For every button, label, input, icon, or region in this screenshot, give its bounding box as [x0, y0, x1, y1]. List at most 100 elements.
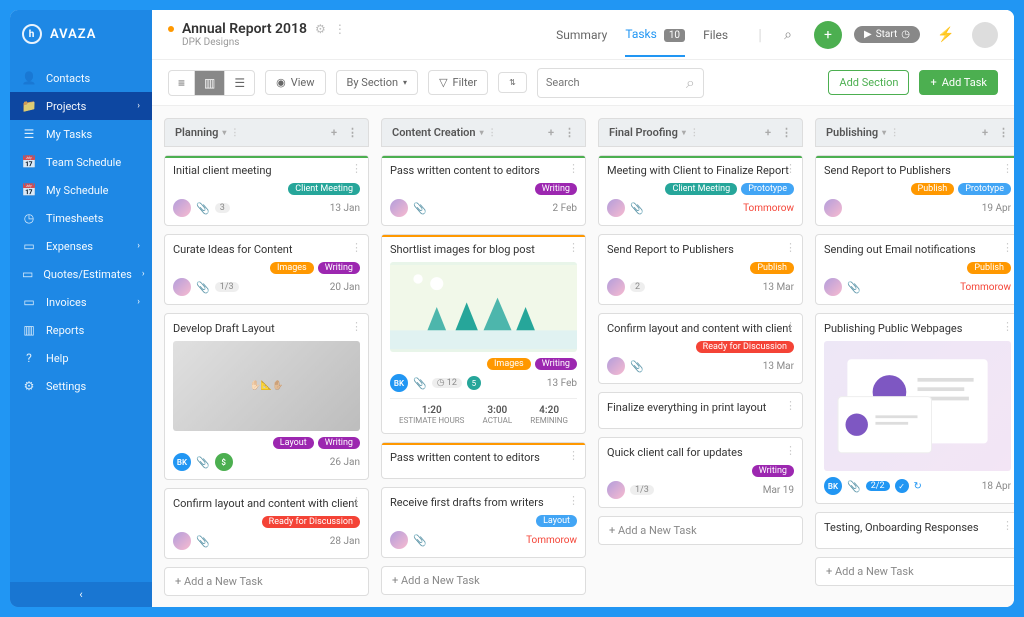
project-subtitle: DPK Designs	[182, 37, 346, 48]
task-card[interactable]: ⋮ Confirm layout and content with client…	[598, 313, 803, 384]
task-card[interactable]: ⋮ Develop Draft Layout ✋🏻📐✋🏼 LayoutWriti…	[164, 313, 369, 480]
column-menu-icon[interactable]: ⋮	[890, 128, 899, 138]
sidebar-item-contacts[interactable]: 👤Contacts	[10, 64, 152, 92]
add-new-task-button[interactable]: + Add a New Task	[164, 567, 369, 596]
header: Annual Report 2018 ⚙ ⋮ DPK Designs Summa…	[152, 10, 1014, 60]
card-footer: 📎2 Feb	[390, 199, 577, 217]
column-menu-icon[interactable]: ⋮	[488, 128, 497, 138]
tab-summary[interactable]: Summary	[556, 14, 607, 56]
add-task-button[interactable]: + Add Task	[919, 70, 998, 95]
expand-button[interactable]: ⇅	[498, 72, 527, 93]
card-menu-icon[interactable]: ⋮	[1002, 162, 1013, 175]
column-more-icon[interactable]: ⋮	[564, 126, 575, 139]
sidebar-item-my-tasks[interactable]: ☰My Tasks	[10, 120, 152, 148]
search-input[interactable]	[546, 76, 686, 89]
task-card[interactable]: ⋮ Quick client call for updates Writing …	[598, 437, 803, 508]
card-menu-icon[interactable]: ⋮	[351, 241, 362, 254]
card-title: Testing, Onboarding Responses	[824, 521, 1011, 534]
column-more-icon[interactable]: ⋮	[347, 126, 358, 139]
card-menu-icon[interactable]: ⋮	[568, 241, 579, 254]
sidebar-item-my-schedule[interactable]: 📅My Schedule	[10, 176, 152, 204]
card-menu-icon[interactable]: ⋮	[1002, 519, 1013, 532]
task-card[interactable]: ⋮ Pass written content to editors Writin…	[381, 155, 586, 226]
start-timer-button[interactable]: ▶ Start ◷	[854, 26, 920, 43]
view-button[interactable]: ◉ View	[265, 70, 325, 95]
task-card[interactable]: ⋮ Initial client meeting Client Meeting …	[164, 155, 369, 226]
card-footer: BK📎◷ 12513 Feb	[390, 374, 577, 392]
sidebar-item-reports[interactable]: ▥Reports	[10, 316, 152, 344]
sidebar-item-expenses[interactable]: ▭Expenses›	[10, 232, 152, 260]
add-card-icon[interactable]: +	[982, 126, 988, 139]
task-card[interactable]: ⋮ Confirm layout and content with client…	[164, 488, 369, 559]
add-new-task-button[interactable]: + Add a New Task	[381, 566, 586, 595]
add-section-button[interactable]: Add Section	[828, 70, 909, 95]
view-list-icon[interactable]: ≡	[169, 71, 195, 95]
card-title: Pass written content to editors	[390, 164, 577, 177]
project-settings-icon[interactable]: ⚙	[315, 22, 326, 36]
card-menu-icon[interactable]: ⋮	[568, 162, 579, 175]
sidebar-item-settings[interactable]: ⚙Settings	[10, 372, 152, 400]
card-menu-icon[interactable]: ⋮	[785, 162, 796, 175]
search-box[interactable]: ⌕	[537, 68, 704, 98]
filter-button[interactable]: ▽ Filter	[428, 70, 488, 95]
task-card[interactable]: ⋮ Curate Ideas for Content ImagesWriting…	[164, 234, 369, 305]
task-card[interactable]: ⋮ Pass written content to editors	[381, 442, 586, 479]
card-menu-icon[interactable]: ⋮	[785, 444, 796, 457]
sidebar-item-invoices[interactable]: ▭Invoices›	[10, 288, 152, 316]
column-header[interactable]: Content Creation ▾ ⋮ + ⋮	[381, 118, 586, 147]
column-header[interactable]: Final Proofing ▾ ⋮ + ⋮	[598, 118, 803, 147]
group-by-button[interactable]: By Section ▾	[336, 70, 419, 95]
task-card[interactable]: ⋮ Send Report to Publishers Publish 213 …	[598, 234, 803, 305]
sidebar-item-timesheets[interactable]: ◷Timesheets	[10, 204, 152, 232]
card-footer: 19 Apr	[824, 199, 1011, 217]
column-more-icon[interactable]: ⋮	[781, 126, 792, 139]
project-more-icon[interactable]: ⋮	[334, 22, 346, 36]
card-menu-icon[interactable]: ⋮	[1002, 320, 1013, 333]
card-menu-icon[interactable]: ⋮	[351, 495, 362, 508]
add-card-icon[interactable]: +	[548, 126, 554, 139]
collapse-sidebar[interactable]: ‹	[10, 582, 152, 607]
task-card[interactable]: ⋮ Receive first drafts from writers Layo…	[381, 487, 586, 558]
card-date: Mar 19	[763, 485, 794, 496]
chevron-right-icon: ›	[137, 297, 140, 307]
logo[interactable]: h AVAZA	[10, 10, 152, 58]
add-card-icon[interactable]: +	[765, 126, 771, 139]
card-title: Quick client call for updates	[607, 446, 794, 459]
task-card[interactable]: ⋮ Send Report to Publishers PublishProto…	[815, 155, 1014, 226]
sidebar-item-projects[interactable]: 📁Projects›	[10, 92, 152, 120]
sidebar-item-help[interactable]: ?Help	[10, 344, 152, 372]
card-menu-icon[interactable]: ⋮	[568, 494, 579, 507]
column-more-icon[interactable]: ⋮	[998, 126, 1009, 139]
tab-files[interactable]: Files	[703, 14, 728, 56]
card-menu-icon[interactable]: ⋮	[568, 449, 579, 462]
task-card[interactable]: ⋮ Testing, Onboarding Responses	[815, 512, 1014, 549]
card-menu-icon[interactable]: ⋮	[351, 320, 362, 333]
task-card[interactable]: ⋮ Publishing Public Webpages BK📎2/2✓↻18 …	[815, 313, 1014, 504]
card-menu-icon[interactable]: ⋮	[785, 399, 796, 412]
bolt-icon[interactable]: ⚡	[932, 21, 960, 49]
task-card[interactable]: ⋮ Sending out Email notifications Publis…	[815, 234, 1014, 305]
sidebar-item-quotes-estimates[interactable]: ▭Quotes/Estimates›	[10, 260, 152, 288]
tab-tasks[interactable]: Tasks 10	[625, 13, 685, 57]
user-avatar[interactable]	[972, 22, 998, 48]
view-board-icon[interactable]: ▥	[195, 71, 225, 95]
column-header[interactable]: Planning ▾ ⋮ + ⋮	[164, 118, 369, 147]
task-card[interactable]: ⋮ Shortlist images for blog post ImagesW…	[381, 234, 586, 434]
card-menu-icon[interactable]: ⋮	[351, 162, 362, 175]
task-card[interactable]: ⋮ Meeting with Client to Finalize Report…	[598, 155, 803, 226]
add-card-icon[interactable]: +	[331, 126, 337, 139]
sidebar-item-team-schedule[interactable]: 📅Team Schedule	[10, 148, 152, 176]
card-menu-icon[interactable]: ⋮	[785, 241, 796, 254]
task-card[interactable]: ⋮ Finalize everything in print layout	[598, 392, 803, 429]
add-icon[interactable]: +	[814, 21, 842, 49]
column-planning: Planning ▾ ⋮ + ⋮ ⋮ Initial client meetin…	[164, 118, 369, 595]
add-new-task-button[interactable]: + Add a New Task	[598, 516, 803, 545]
search-icon[interactable]: ⌕	[774, 21, 802, 49]
card-menu-icon[interactable]: ⋮	[785, 320, 796, 333]
view-compact-icon[interactable]: ☰	[225, 71, 254, 95]
add-new-task-button[interactable]: + Add a New Task	[815, 557, 1014, 586]
column-menu-icon[interactable]: ⋮	[230, 128, 239, 138]
column-header[interactable]: Publishing ▾ ⋮ + ⋮	[815, 118, 1014, 147]
card-menu-icon[interactable]: ⋮	[1002, 241, 1013, 254]
column-menu-icon[interactable]: ⋮	[690, 128, 699, 138]
